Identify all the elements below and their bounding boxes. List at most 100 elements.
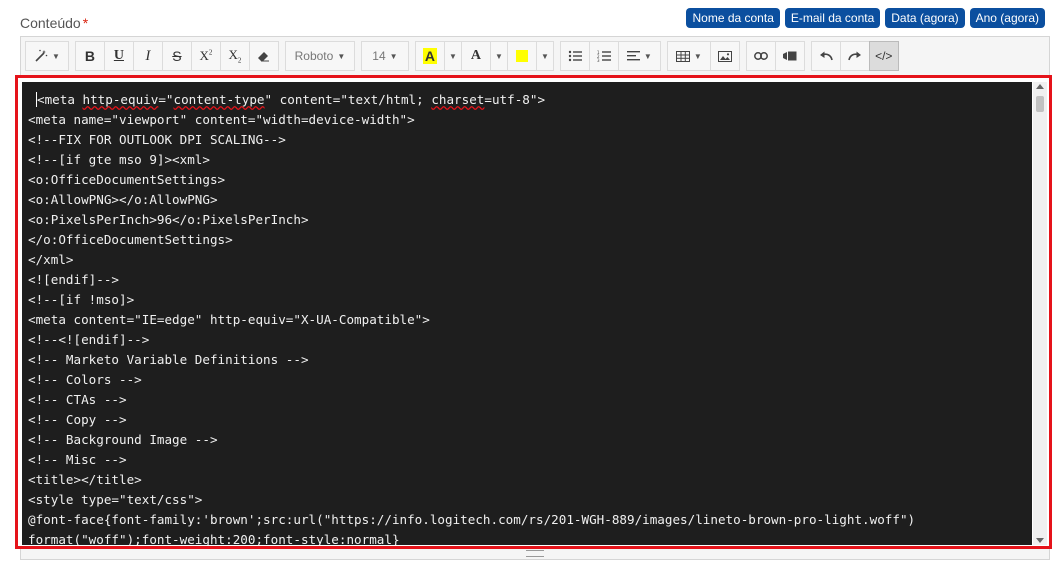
image-icon [717, 50, 732, 62]
font-color-dropdown[interactable]: ▼ [489, 41, 508, 71]
editor-resize-handle[interactable] [21, 547, 1049, 559]
editor-toolbar: ▼ B U I S X2 X2 Roboto ▼ 14 ▼ A ▼ A ▼ ▼ … [21, 37, 1049, 75]
chevron-down-icon: ▼ [540, 51, 549, 61]
clear-format-button[interactable] [248, 41, 279, 71]
code-line: <!--[if gte mso 9]><xml> [28, 152, 210, 167]
code-line: <!-- Colors --> [28, 372, 142, 387]
chevron-down-icon: ▼ [337, 51, 346, 61]
paragraph-align-dropdown[interactable]: ▼ [617, 41, 661, 71]
chevron-down-icon: ▼ [52, 51, 60, 61]
video-icon [782, 51, 797, 61]
insert-variable-buttons: Nome da conta E-mail da conta Data (agor… [686, 8, 1045, 28]
code-line: <!-- Marketo Variable Definitions --> [28, 352, 309, 367]
bold-button[interactable]: B [74, 41, 105, 71]
code-line: <meta content="IE=edge" http-equiv="X-UA… [28, 312, 430, 327]
code-content: <meta http-equiv="content-type" content=… [22, 82, 1032, 545]
svg-text:3: 3 [597, 58, 600, 62]
subscript-icon: X2 [228, 47, 242, 65]
italic-icon: I [145, 47, 151, 64]
spell-flag: charset [431, 92, 485, 107]
strikethrough-button[interactable]: S [161, 41, 192, 71]
background-color-dropdown[interactable]: ▼ [535, 41, 554, 71]
insert-year-now-button[interactable]: Ano (agora) [969, 8, 1045, 28]
scroll-down-arrow-icon[interactable] [1036, 538, 1044, 543]
undo-icon [819, 51, 833, 61]
chevron-down-icon: ▼ [494, 51, 503, 61]
superscript-button[interactable]: X2 [190, 41, 221, 71]
align-left-icon [626, 51, 640, 61]
font-color-button[interactable]: A [460, 41, 491, 71]
chevron-down-icon: ▼ [693, 51, 702, 61]
insert-account-email-button[interactable]: E-mail da conta [784, 8, 881, 28]
code-line: <!-- Misc --> [28, 452, 127, 467]
code-line: <!--FIX FOR OUTLOOK DPI SCALING--> [28, 132, 286, 147]
code-line: <meta name="viewport" content="width=dev… [28, 112, 415, 127]
italic-button[interactable]: I [132, 41, 163, 71]
numbered-list-icon: 123 [597, 50, 611, 62]
field-label-text: Conteúdo [20, 15, 81, 31]
undo-button[interactable] [810, 41, 841, 71]
font-size-dropdown[interactable]: 14 ▼ [360, 41, 409, 71]
underline-icon: U [113, 48, 124, 63]
background-color-button[interactable] [506, 41, 537, 71]
rich-text-editor: ▼ B U I S X2 X2 Roboto ▼ 14 ▼ A ▼ A ▼ ▼ … [15, 36, 1052, 560]
code-line: @font-face{font-family:'brown';src:url("… [28, 512, 916, 527]
code-line: <!--<![endif]--> [28, 332, 150, 347]
spell-flag: content-type [173, 92, 265, 107]
chevron-down-icon: ▼ [448, 51, 457, 61]
highlight-color-dropdown[interactable]: ▼ [443, 41, 462, 71]
grip-icon [526, 549, 544, 557]
code-line: <title></title> [28, 472, 142, 487]
code-line: <o:PixelsPerInch>96</o:PixelsPerInch> [28, 212, 309, 227]
code-line: <!-- Background Image --> [28, 432, 218, 447]
subscript-button[interactable]: X2 [219, 41, 250, 71]
code-line: <o:OfficeDocumentSettings> [28, 172, 226, 187]
color-swatch-icon [515, 50, 528, 62]
code-line: <!-- Copy --> [28, 412, 127, 427]
scroll-up-arrow-icon[interactable] [1036, 84, 1044, 89]
underline-button[interactable]: U [103, 41, 134, 71]
spell-flag: http-equiv [82, 92, 159, 107]
superscript-icon: X2 [199, 48, 213, 63]
magic-wand-icon [35, 49, 48, 62]
code-line-1: <meta http-equiv="content-type" content=… [36, 92, 546, 107]
code-line: format("woff");font-weight:200;font-styl… [28, 532, 400, 545]
highlight-color-button[interactable]: A [414, 41, 445, 71]
bold-icon: B [84, 48, 95, 64]
font-family-dropdown[interactable]: Roboto ▼ [284, 41, 355, 71]
highlight-a-icon: A [422, 48, 437, 64]
ordered-list-button[interactable]: 123 [588, 41, 619, 71]
font-size-value: 14 [372, 49, 386, 63]
font-color-a-icon: A [470, 48, 481, 63]
insert-account-name-button[interactable]: Nome da conta [686, 8, 780, 28]
link-icon [753, 52, 768, 60]
chevron-down-icon: ▼ [389, 51, 398, 61]
code-line: <o:AllowPNG></o:AllowPNG> [28, 192, 218, 207]
html-code-editor[interactable]: <meta http-equiv="content-type" content=… [22, 82, 1032, 545]
code-cursor [36, 92, 37, 107]
code-line: <![endif]--> [28, 272, 119, 287]
insert-image-button[interactable] [709, 41, 740, 71]
insert-video-button[interactable] [774, 41, 805, 71]
code-view-icon: </> [875, 49, 893, 63]
magic-style-button[interactable]: ▼ [25, 41, 69, 71]
redo-button[interactable] [839, 41, 870, 71]
strikethrough-icon: S [172, 48, 182, 64]
unordered-list-button[interactable] [559, 41, 590, 71]
chevron-down-icon: ▼ [643, 51, 652, 61]
code-view-button[interactable]: </> [868, 41, 899, 71]
code-view-highlight: <meta http-equiv="content-type" content=… [15, 75, 1052, 549]
code-line: </xml> [28, 252, 74, 267]
insert-date-now-button[interactable]: Data (agora) [885, 8, 965, 28]
bullet-list-icon [568, 50, 582, 62]
scrollbar-thumb[interactable] [1036, 96, 1044, 112]
code-line: </o:OfficeDocumentSettings> [28, 232, 233, 247]
code-line: <style type="text/css"> [28, 492, 203, 507]
redo-icon [847, 51, 861, 61]
required-mark: * [82, 15, 89, 31]
table-dropdown[interactable]: ▼ [666, 41, 711, 71]
insert-link-button[interactable] [745, 41, 776, 71]
vertical-scrollbar[interactable] [1033, 82, 1047, 545]
code-line: <!--[if !mso]> [28, 292, 135, 307]
eraser-icon [258, 52, 270, 62]
